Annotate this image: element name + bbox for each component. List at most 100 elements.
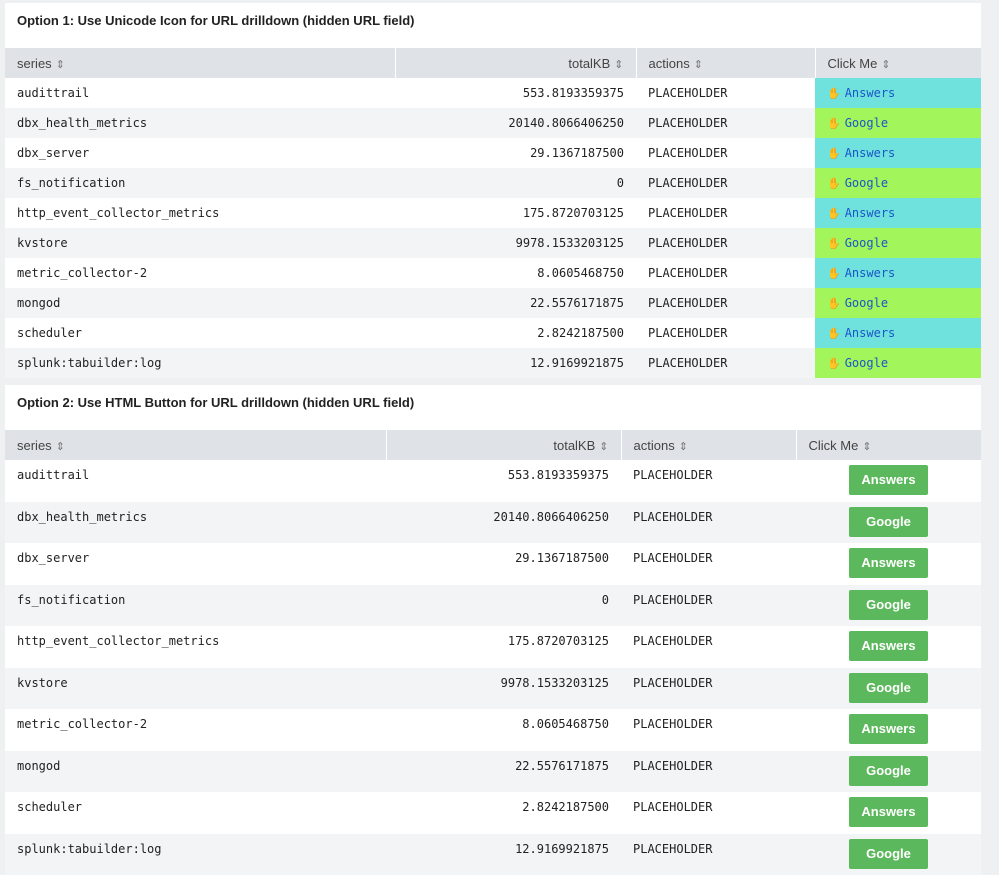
series-cell: splunk:tabuilder:log — [5, 348, 395, 378]
series-cell: dbx_server — [5, 543, 386, 585]
table-row[interactable]: dbx_health_metrics20140.8066406250PLACEH… — [5, 502, 981, 544]
answers-button[interactable]: Answers — [849, 548, 928, 578]
click-me-cell: Answers — [796, 709, 981, 751]
google-link[interactable]: Google — [845, 296, 888, 310]
sort-icon: ⇕ — [56, 59, 65, 71]
table-row[interactable]: splunk:tabuilder:log12.9169921875PLACEHO… — [5, 348, 981, 378]
click-me-cell[interactable]: ✋ Answers — [815, 78, 981, 108]
click-me-cell[interactable]: ✋ Answers — [815, 138, 981, 168]
actions-cell: PLACEHOLDER — [621, 709, 796, 751]
google-button[interactable]: Google — [849, 590, 928, 620]
table-row[interactable]: metric_collector-28.0605468750PLACEHOLDE… — [5, 709, 981, 751]
actions-cell: PLACEHOLDER — [621, 460, 796, 502]
answers-link[interactable]: Answers — [845, 206, 896, 220]
click-me-cell[interactable]: ✋Answers — [815, 198, 981, 228]
series-cell: fs_notification — [5, 168, 395, 198]
table-row[interactable]: fs_notification0PLACEHOLDERGoogle — [5, 585, 981, 627]
series-cell: http_event_collector_metrics — [5, 626, 386, 668]
totalkb-cell: 9978.1533203125 — [386, 668, 621, 710]
table-row[interactable]: fs_notification0PLACEHOLDER ✋ Google — [5, 168, 981, 198]
table-row[interactable]: splunk:tabuilder:log12.9169921875PLACEHO… — [5, 834, 981, 875]
totalkb-cell: 29.1367187500 — [395, 138, 636, 168]
google-link[interactable]: Google — [845, 176, 888, 190]
totalkb-cell: 22.5576171875 — [386, 751, 621, 793]
series-cell: metric_collector-2 — [5, 258, 395, 288]
series-cell: scheduler — [5, 318, 395, 348]
table-row[interactable]: kvstore9978.1533203125PLACEHOLDER✋Google — [5, 228, 981, 258]
answers-link[interactable]: Answers — [845, 266, 896, 280]
table-row[interactable]: metric_collector-28.0605468750PLACEHOLDE… — [5, 258, 981, 288]
col-header-actions[interactable]: actions⇕ — [636, 48, 815, 78]
table-row[interactable]: dbx_health_metrics20140.8066406250PLACEH… — [5, 108, 981, 138]
answers-button[interactable]: Answers — [849, 465, 928, 495]
sort-icon: ⇕ — [599, 441, 608, 453]
google-link[interactable]: Google — [845, 116, 888, 130]
click-me-cell[interactable]: ✋Google — [815, 228, 981, 258]
totalkb-cell: 20140.8066406250 — [395, 108, 636, 138]
series-cell: dbx_health_metrics — [5, 108, 395, 138]
table-row[interactable]: mongod22.5576171875PLACEHOLDERGoogle — [5, 751, 981, 793]
col-header-totalkb[interactable]: totalKB⇕ — [395, 48, 636, 78]
sort-icon: ⇕ — [614, 59, 623, 71]
hand-icon: ✋ — [827, 147, 841, 160]
actions-cell: PLACEHOLDER — [621, 502, 796, 544]
click-me-cell[interactable]: ✋ Google — [815, 168, 981, 198]
click-me-cell[interactable]: ✋Google — [815, 348, 981, 378]
totalkb-cell: 0 — [395, 168, 636, 198]
click-me-cell[interactable]: ✋Google — [815, 288, 981, 318]
totalkb-cell: 2.8242187500 — [386, 792, 621, 834]
table-row[interactable]: kvstore9978.1533203125PLACEHOLDERGoogle — [5, 668, 981, 710]
totalkb-cell: 553.8193359375 — [386, 460, 621, 502]
answers-button[interactable]: Answers — [849, 797, 928, 827]
google-button[interactable]: Google — [849, 673, 928, 703]
col-header-series[interactable]: series⇕ — [5, 48, 395, 78]
click-me-cell[interactable]: ✋Answers — [815, 258, 981, 288]
col-header-totalkb[interactable]: totalKB⇕ — [386, 430, 621, 460]
actions-cell: PLACEHOLDER — [636, 228, 815, 258]
col-header-click-me[interactable]: Click Me⇕ — [796, 430, 981, 460]
hand-icon: ✋ — [827, 177, 841, 190]
actions-cell: PLACEHOLDER — [621, 626, 796, 668]
hand-icon: ✋ — [827, 87, 841, 100]
google-button[interactable]: Google — [849, 756, 928, 786]
option1-title: Option 1: Use Unicode Icon for URL drill… — [5, 3, 981, 48]
click-me-cell[interactable]: ✋Answers — [815, 318, 981, 348]
table-row[interactable]: audittrail553.8193359375PLACEHOLDER✋Answ… — [5, 78, 981, 108]
google-button[interactable]: Google — [849, 839, 928, 869]
actions-cell: PLACEHOLDER — [636, 168, 815, 198]
col-header-series[interactable]: series⇕ — [5, 430, 386, 460]
totalkb-cell: 8.0605468750 — [386, 709, 621, 751]
actions-cell: PLACEHOLDER — [636, 288, 815, 318]
totalkb-cell: 29.1367187500 — [386, 543, 621, 585]
table-row[interactable]: audittrail553.8193359375PLACEHOLDERAnswe… — [5, 460, 981, 502]
answers-link[interactable]: Answers — [845, 86, 896, 100]
google-link[interactable]: Google — [845, 236, 888, 250]
actions-cell: PLACEHOLDER — [621, 668, 796, 710]
actions-cell: PLACEHOLDER — [636, 318, 815, 348]
actions-cell: PLACEHOLDER — [636, 138, 815, 168]
answers-link[interactable]: Answers — [845, 146, 896, 160]
totalkb-cell: 8.0605468750 — [395, 258, 636, 288]
table-row[interactable]: http_event_collector_metrics175.87207031… — [5, 198, 981, 228]
col-header-click-me[interactable]: Click Me⇕ — [815, 48, 981, 78]
table-row[interactable]: scheduler2.8242187500PLACEHOLDERAnswers — [5, 792, 981, 834]
actions-cell: PLACEHOLDER — [621, 834, 796, 875]
answers-button[interactable]: Answers — [849, 714, 928, 744]
table-row[interactable]: dbx_server29.1367187500PLACEHOLDER✋Answe… — [5, 138, 981, 168]
click-me-cell[interactable]: ✋Google — [815, 108, 981, 138]
actions-cell: PLACEHOLDER — [636, 198, 815, 228]
table-row[interactable]: dbx_server29.1367187500PLACEHOLDERAnswer… — [5, 543, 981, 585]
totalkb-cell: 553.8193359375 — [395, 78, 636, 108]
google-link[interactable]: Google — [845, 356, 888, 370]
table-row[interactable]: scheduler2.8242187500PLACEHOLDER✋Answers — [5, 318, 981, 348]
sort-icon: ⇕ — [694, 59, 703, 71]
answers-button[interactable]: Answers — [849, 631, 928, 661]
sort-icon: ⇕ — [679, 441, 688, 453]
table-row[interactable]: mongod22.5576171875PLACEHOLDER✋Google — [5, 288, 981, 318]
answers-link[interactable]: Answers — [845, 326, 896, 340]
totalkb-cell: 2.8242187500 — [395, 318, 636, 348]
col-header-actions[interactable]: actions⇕ — [621, 430, 796, 460]
totalkb-cell: 12.9169921875 — [395, 348, 636, 378]
google-button[interactable]: Google — [849, 507, 928, 537]
table-row[interactable]: http_event_collector_metrics175.87207031… — [5, 626, 981, 668]
